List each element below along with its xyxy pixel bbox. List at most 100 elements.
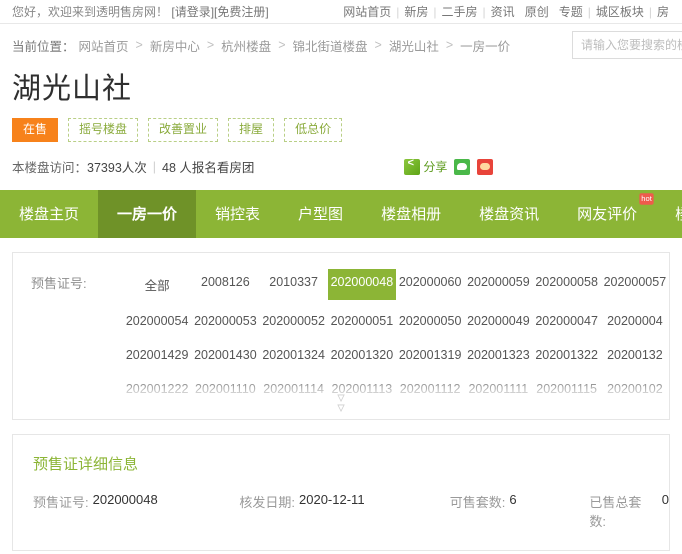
breadcrumb-item-0[interactable]: 网站首页 [79, 36, 129, 55]
breadcrumb-item-4[interactable]: 湖光山社 [389, 36, 439, 55]
tab-user-reviews[interactable]: 网友评价 hot [558, 190, 656, 238]
project-tag-list: 在售 摇号楼盘 改善置业 排屋 低总价 [12, 118, 670, 142]
greeting-text: 您好，欢迎来到透明售房网！ [12, 5, 169, 19]
tab-project-home[interactable]: 楼盘主页 [0, 190, 98, 238]
cert-option[interactable]: 20200132 [601, 342, 669, 368]
visits-label: 本楼盘访问： [12, 161, 88, 176]
breadcrumb-separator: > [278, 38, 286, 52]
tag-townhouse: 排屋 [228, 118, 275, 142]
hot-badge: hot [639, 192, 654, 205]
breadcrumb-item-2[interactable]: 杭州楼盘 [221, 36, 271, 55]
share-label: 分享 [423, 160, 448, 175]
cert-option[interactable]: 202000047 [533, 308, 601, 334]
cert-option-all[interactable]: 全部 [123, 269, 191, 300]
top-utility-bar: 您好，欢迎来到透明售房网！ [请登录][免费注册] 网站首页 | 新房 | 二手房 |… [0, 0, 682, 24]
cert-option[interactable]: 202001323 [464, 342, 532, 368]
search-input[interactable] [573, 32, 682, 58]
cert-option[interactable]: 202000057 [601, 269, 669, 300]
top-nav-home[interactable]: 网站首页 [338, 3, 396, 20]
cert-option[interactable]: 202000051 [328, 308, 396, 334]
tab-label: 楼盘主页 [19, 206, 80, 224]
detail-field-label: 可售套数: [449, 494, 506, 510]
tab-label: 网友评价 [577, 206, 638, 224]
auth-links[interactable]: [请登录][免费注册] [171, 5, 268, 19]
certificate-filter-panel: 预售证号: 全部 2008126 2010337 202000048 20200… [12, 251, 670, 420]
tab-project-updates[interactable]: 楼盘动态 NEW [656, 190, 682, 238]
tab-photo-album[interactable]: 楼盘相册 [362, 190, 460, 238]
cert-option[interactable]: 20200004 [601, 308, 669, 334]
breadcrumb-item-current: 一房一价 [460, 39, 511, 54]
wechat-icon[interactable] [454, 158, 471, 175]
breadcrumb-item-1[interactable]: 新房中心 [150, 36, 200, 55]
share-icon [404, 157, 421, 175]
cert-option[interactable]: 2010337 [260, 269, 328, 300]
detail-field-label: 核发日期: [239, 494, 296, 510]
top-nav-original[interactable]: 原创 [520, 3, 554, 20]
detail-field-value: 2020-12-11 [299, 491, 365, 507]
share-area: 分享 [404, 157, 494, 175]
top-nav-secondhand[interactable]: 二手房 [437, 3, 483, 20]
breadcrumb-separator: > [445, 38, 454, 52]
search-box[interactable] [572, 31, 682, 59]
stats-divider: | [152, 159, 157, 174]
cert-option[interactable]: 202000052 [260, 308, 328, 334]
cert-option[interactable]: 202001324 [260, 342, 328, 368]
breadcrumb-separator: > [135, 38, 143, 52]
tab-floor-plan[interactable]: 户型图 [279, 190, 362, 238]
breadcrumb-separator: > [206, 38, 215, 52]
certificate-detail-panel: 预售证详细信息 预售证号: 202000048 核发日期: 2020-12-11… [12, 433, 670, 551]
detail-field-value: 6 [509, 491, 517, 507]
breadcrumb-item-3[interactable]: 锦北街道楼盘 [293, 36, 368, 55]
cert-option[interactable]: 202000049 [464, 308, 532, 334]
cert-option[interactable]: 202000059 [464, 269, 532, 300]
tab-label: 户型图 [298, 206, 344, 224]
cert-option[interactable]: 202001430 [191, 342, 259, 368]
tab-label: 楼盘相册 [381, 206, 442, 224]
cert-option[interactable]: 2008126 [191, 269, 259, 300]
cert-option[interactable]: 202000053 [191, 308, 259, 334]
top-nav-topic[interactable]: 专题 [554, 3, 588, 20]
cert-option[interactable]: 202001429 [123, 342, 191, 368]
certificate-number-grid: 全部 2008126 2010337 202000048 202000060 2… [123, 268, 669, 402]
top-nav-more[interactable]: 房 [652, 3, 674, 20]
detail-field-value: 202000048 [92, 491, 158, 507]
tab-label: 楼盘资讯 [479, 206, 540, 224]
detail-field-cert-number: 预售证号: 202000048 [33, 492, 239, 530]
tab-label: 销控表 [215, 206, 261, 224]
top-nav-news[interactable]: 资讯 [486, 3, 520, 20]
detail-section-title: 预售证详细信息 [33, 455, 139, 473]
cert-option[interactable]: 202001322 [533, 342, 601, 368]
detail-field-label: 已售总套数: [589, 494, 642, 529]
tab-unit-price[interactable]: 一房一价 [98, 189, 197, 238]
top-nav-newhouse[interactable]: 新房 [399, 3, 433, 20]
certificate-filter-label: 预售证号: [31, 275, 87, 291]
signup-count: 48 人报名看房团 [162, 161, 255, 176]
cert-option[interactable]: 202000060 [396, 269, 464, 300]
share-button[interactable]: 分享 [404, 157, 448, 175]
detail-field-available-units: 可售套数: 6 [450, 492, 590, 530]
tab-sales-control[interactable]: 销控表 [196, 190, 279, 238]
project-stats-row: 本楼盘访问： 37393人次 | 48 人报名看房团 分享 [0, 156, 682, 178]
expand-more-button[interactable]: ▿ ▿ [13, 390, 669, 416]
certificate-filter-inner: 预售证号: 全部 2008126 2010337 202000048 20200… [13, 253, 669, 402]
cert-option[interactable]: 202001320 [328, 342, 396, 368]
project-header: 湖光山社 在售 摇号楼盘 改善置业 排屋 低总价 [0, 66, 682, 142]
tab-project-news[interactable]: 楼盘资讯 [460, 190, 558, 238]
detail-field-issue-date: 核发日期: 2020-12-11 [239, 492, 449, 530]
detail-field-label: 预售证号: [33, 494, 89, 510]
cert-option[interactable]: 202000050 [396, 308, 464, 334]
tag-lottery: 摇号楼盘 [68, 118, 139, 142]
cert-option[interactable]: 202001319 [396, 342, 464, 368]
page-title: 湖光山社 [12, 73, 133, 105]
status-badge-on-sale: 在售 [12, 118, 59, 142]
cert-option[interactable]: 202000058 [533, 269, 601, 300]
top-nav-district[interactable]: 城区板块 [591, 3, 649, 20]
cert-option-selected[interactable]: 202000048 [327, 268, 396, 300]
tag-low-total-price: 低总价 [284, 118, 343, 142]
detail-field-value: 0 [661, 491, 669, 507]
project-tab-bar: 楼盘主页 一房一价 销控表 户型图 楼盘相册 楼盘资讯 网友评价 hot 楼盘动… [0, 189, 682, 238]
cert-option[interactable]: 202000054 [123, 308, 191, 334]
chevron-down-icon: ▿ [337, 398, 345, 416]
weibo-icon[interactable] [477, 158, 494, 175]
tab-label: 楼盘动态 [675, 203, 682, 224]
